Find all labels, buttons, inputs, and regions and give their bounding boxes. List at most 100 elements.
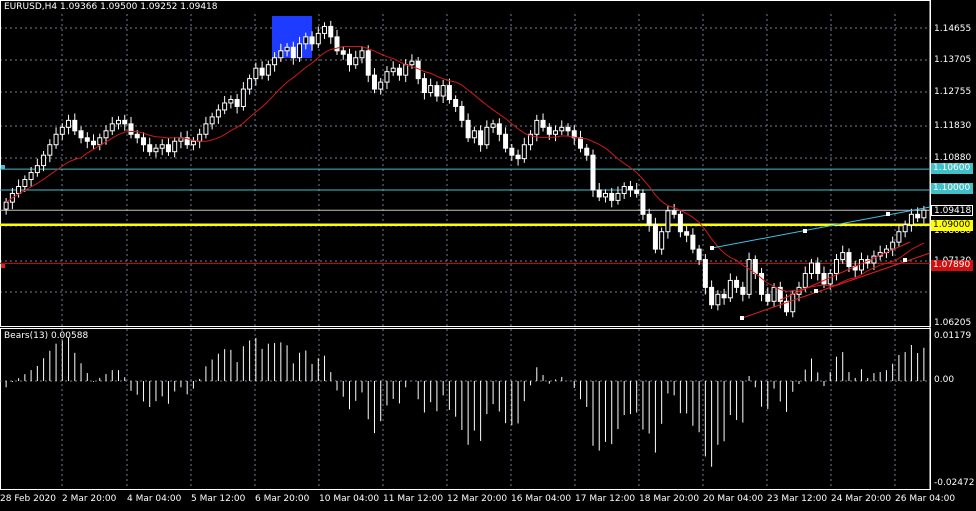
candle-bear <box>684 231 690 236</box>
candle-bull <box>197 133 203 142</box>
time-axis-label: 20 Mar 04:00 <box>703 494 764 504</box>
chart-header: EURUSD,H4 1.09366 1.09500 1.09252 1.0941… <box>4 2 218 12</box>
candle-bull <box>428 85 434 94</box>
candle-bear <box>640 192 646 215</box>
price-axis-label: 1.06205 <box>934 318 972 328</box>
candle-bull <box>172 140 178 153</box>
trendline-anchor <box>886 212 890 216</box>
indicator-value: 0.00588 <box>50 331 89 341</box>
candle-bear <box>434 85 440 97</box>
candle-bear <box>915 213 921 219</box>
indicator-header: Bears(13) 0.00588 <box>4 331 88 341</box>
level-label-1.10000[interactable]: 1.10000 <box>931 183 973 194</box>
level-anchor <box>1 165 5 169</box>
level-anchor <box>1 264 5 268</box>
candle-bear <box>609 192 615 201</box>
candle-bull <box>771 286 777 302</box>
trendline-anchor <box>710 246 714 250</box>
open-value: 1.09366 <box>60 2 98 12</box>
candle-bear <box>709 286 715 306</box>
candle-bear <box>578 137 583 149</box>
candle-bull <box>621 185 627 194</box>
symbol-label: EURUSD,H4 <box>4 2 58 12</box>
candle-bear <box>846 252 852 268</box>
candle-bull <box>53 133 59 146</box>
candle-bear <box>478 130 484 146</box>
candle-bear <box>309 36 315 45</box>
time-axis-label: 11 Mar 12:00 <box>383 494 444 504</box>
candle-bear <box>84 137 90 142</box>
candle-bull <box>746 259 752 295</box>
candle-bear <box>540 119 546 128</box>
price-axis-label: 1.10880 <box>934 153 972 163</box>
chart-window[interactable]: EURUSD,H4 1.09366 1.09500 1.09252 1.0941… <box>0 0 976 511</box>
candle-bull <box>272 57 278 66</box>
candle-bull <box>159 144 165 149</box>
candle-bull <box>222 102 228 111</box>
candle-bear <box>421 78 427 94</box>
candle-bull <box>896 231 902 243</box>
candle-bear <box>122 119 128 125</box>
candle-bear <box>815 262 821 274</box>
candle-bull <box>297 43 303 59</box>
candle-bear <box>496 123 502 135</box>
candle-bull <box>247 78 253 90</box>
time-axis-label: 10 Mar 04:00 <box>319 494 380 504</box>
candle-bull <box>790 293 796 313</box>
candle-bull <box>921 209 927 219</box>
candle-bull <box>66 119 72 128</box>
candle-bear <box>734 279 740 288</box>
candle-bull <box>284 46 290 52</box>
candle-bear <box>721 293 727 299</box>
candle-bear <box>234 98 240 107</box>
time-axis-label: 23 Mar 12:00 <box>767 494 828 504</box>
candle-bear <box>509 147 515 156</box>
price-axis-label: 1.14655 <box>934 24 972 34</box>
candle-bull <box>534 119 540 135</box>
candle-bull <box>215 109 221 118</box>
indicator-axis-label: -0.02472 <box>934 478 975 488</box>
candle-bear <box>134 133 140 139</box>
candle-bear <box>453 98 459 107</box>
candle-bull <box>22 179 28 187</box>
candle-bull <box>440 85 446 97</box>
level-label-1.09000[interactable]: 1.09000 <box>931 220 973 231</box>
candle-bear <box>91 140 97 146</box>
candle-bull <box>47 144 53 156</box>
candle-bear <box>78 130 84 139</box>
candle-bull <box>484 126 490 146</box>
candle-bull <box>840 252 846 261</box>
candle-bear <box>634 189 640 194</box>
candle-bull <box>409 60 415 66</box>
candle-bull <box>471 130 477 139</box>
candle-bull <box>359 50 365 59</box>
trendline-anchor <box>803 229 807 233</box>
candle-bear <box>671 210 677 215</box>
level-label-1.07890[interactable]: 1.07890 <box>931 260 973 271</box>
candle-bear <box>165 144 171 153</box>
time-axis-label: 4 Mar 04:00 <box>127 494 182 504</box>
price-panel-frame <box>0 0 931 327</box>
level-label-1.10600[interactable]: 1.10600 <box>931 163 973 174</box>
candle-bull <box>303 36 309 45</box>
candle-bull <box>490 123 496 128</box>
low-value: 1.09252 <box>140 2 178 12</box>
candle-bear <box>596 189 602 198</box>
indicator-name: Bears(13) <box>4 331 49 341</box>
candle-bear <box>371 74 377 90</box>
candle-bull <box>521 144 527 160</box>
time-axis-label: 16 Mar 04:00 <box>511 494 572 504</box>
price-axis-label: 1.13705 <box>934 55 972 65</box>
candle-bull <box>809 262 814 274</box>
candle-bear <box>702 259 708 288</box>
price-chart[interactable] <box>0 0 976 511</box>
indicator-axis-label: 0.00 <box>934 375 955 385</box>
candle-bull <box>253 67 259 80</box>
candle-bear <box>690 234 696 250</box>
candle-bear <box>821 272 827 285</box>
candle-bear <box>752 259 758 274</box>
candle-bear <box>259 67 265 76</box>
candle-bull <box>602 192 608 198</box>
candle-bear <box>290 46 296 59</box>
candle-bull <box>902 224 908 233</box>
